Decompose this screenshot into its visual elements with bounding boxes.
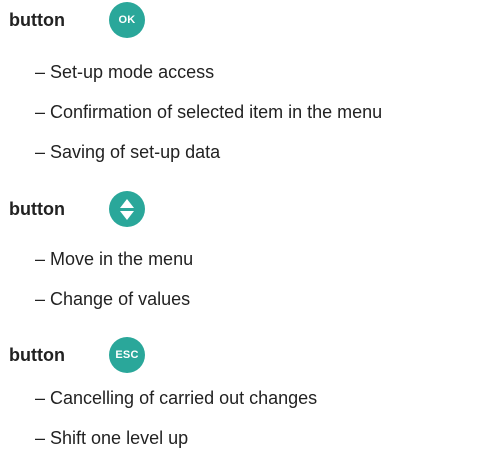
list-item: – Confirmation of selected item in the m… [35, 102, 383, 122]
list-item: – Cancelling of carried out changes [35, 388, 318, 408]
esc-label: ESC [115, 349, 139, 361]
ok-button-icon: OK [109, 2, 145, 38]
button-word: button [9, 345, 65, 365]
list-item: – Change of values [35, 289, 191, 309]
button-word: button [9, 10, 65, 30]
arrow-down-icon [120, 210, 134, 220]
list-item: – Shift one level up [35, 428, 189, 448]
list-item: – Saving of set-up data [35, 142, 221, 162]
button-word: button [9, 199, 65, 219]
esc-button-icon: ESC [109, 337, 145, 373]
list-item: – Set-up mode access [35, 62, 215, 82]
up-down-arrows-icon [109, 191, 145, 227]
ok-label: OK [118, 14, 136, 26]
arrow-up-icon [120, 198, 134, 208]
list-item: – Move in the menu [35, 249, 194, 269]
